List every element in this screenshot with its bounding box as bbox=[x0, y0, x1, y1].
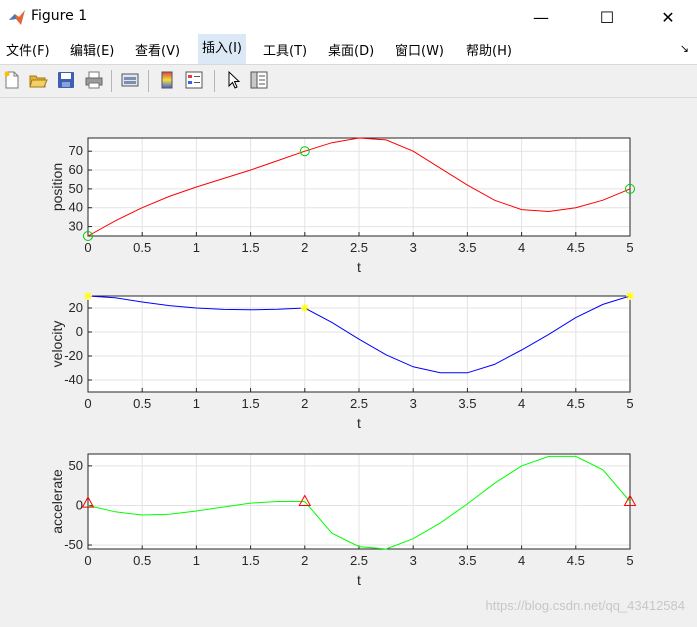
pointer-icon[interactable] bbox=[224, 70, 244, 90]
open-file-icon[interactable] bbox=[28, 70, 48, 90]
new-figure-icon[interactable] bbox=[2, 70, 22, 90]
x-tick-label: 3.5 bbox=[458, 240, 476, 255]
data-point-marker bbox=[84, 292, 92, 300]
x-tick-label: 2.5 bbox=[350, 240, 368, 255]
toolbar-separator bbox=[148, 70, 149, 92]
menu-bar: 文件(F) 编辑(E) 查看(V) 插入(I) 工具(T) 桌面(D) 窗口(W… bbox=[0, 34, 697, 64]
menu-help[interactable]: 帮助(H) bbox=[466, 40, 512, 59]
link-plot-icon[interactable] bbox=[120, 70, 140, 90]
window-title: Figure 1 bbox=[31, 8, 88, 24]
x-tick-label: 2 bbox=[301, 396, 308, 411]
y-tick-label: 40 bbox=[69, 200, 83, 215]
property-editor-icon[interactable] bbox=[249, 70, 269, 90]
matlab-logo-icon bbox=[9, 10, 25, 25]
x-axis-label: t bbox=[357, 259, 361, 275]
y-tick-label: 50 bbox=[69, 458, 83, 473]
y-tick-label: -40 bbox=[64, 372, 83, 387]
figure-canvas: 0 0.5 1 1.5 2 2.5 3 3.5 4 4.5 5 30 40 50 60 70 t position… bbox=[0, 98, 697, 623]
menu-file[interactable]: 文件(F) bbox=[6, 40, 50, 59]
x-tick-label: 0.5 bbox=[133, 553, 151, 568]
x-tick-label: 1.5 bbox=[242, 553, 260, 568]
menu-tools[interactable]: 工具(T) bbox=[263, 40, 307, 59]
x-tick-label: 4 bbox=[518, 396, 525, 411]
x-tick-label: 5 bbox=[626, 240, 633, 255]
x-tick-label: 3 bbox=[410, 240, 417, 255]
y-tick-label: 20 bbox=[69, 300, 83, 315]
x-tick-label: 0.5 bbox=[133, 240, 151, 255]
x-tick-label: 4 bbox=[518, 240, 525, 255]
y-axis-label: accelerate bbox=[49, 469, 65, 534]
x-tick-label: 2 bbox=[301, 240, 308, 255]
close-button[interactable]: ✕ bbox=[645, 0, 691, 34]
insert-colorbar-icon[interactable] bbox=[157, 70, 177, 90]
menu-desktop[interactable]: 桌面(D) bbox=[328, 40, 374, 59]
x-tick-label: 1 bbox=[193, 396, 200, 411]
x-tick-label: 1 bbox=[193, 240, 200, 255]
x-tick-label: 5 bbox=[626, 553, 633, 568]
watermark: https://blog.csdn.net/qq_43412584 bbox=[485, 598, 686, 613]
x-axis-label: t bbox=[357, 415, 361, 431]
x-tick-label: 4.5 bbox=[567, 396, 585, 411]
x-tick-label: 4.5 bbox=[567, 240, 585, 255]
y-tick-label: 70 bbox=[69, 143, 83, 158]
x-tick-label: 3.5 bbox=[458, 396, 476, 411]
x-tick-label: 0 bbox=[84, 396, 91, 411]
maximize-button[interactable]: ☐ bbox=[584, 0, 630, 34]
y-tick-label: -20 bbox=[64, 348, 83, 363]
title-bar: Figure 1 — ☐ ✕ bbox=[0, 0, 697, 34]
data-point-marker bbox=[300, 304, 309, 312]
x-tick-label: 2.5 bbox=[350, 396, 368, 411]
x-tick-label: 0 bbox=[84, 553, 91, 568]
x-tick-label: 1.5 bbox=[242, 396, 260, 411]
x-tick-label: 5 bbox=[626, 396, 633, 411]
dock-figure-button[interactable]: ↘ bbox=[680, 42, 689, 55]
y-axis-label: velocity bbox=[49, 321, 65, 368]
y-tick-label: 60 bbox=[69, 162, 83, 177]
x-tick-label: 1 bbox=[193, 553, 200, 568]
save-icon[interactable] bbox=[56, 70, 76, 90]
x-tick-label: 2 bbox=[301, 553, 308, 568]
minimize-button[interactable]: — bbox=[518, 0, 564, 34]
menu-window[interactable]: 窗口(W) bbox=[395, 40, 444, 59]
y-tick-label: -50 bbox=[64, 537, 83, 552]
x-tick-label: 3.5 bbox=[458, 553, 476, 568]
print-icon[interactable] bbox=[84, 70, 104, 90]
toolbar bbox=[0, 64, 697, 98]
x-tick-label: 0 bbox=[84, 240, 91, 255]
x-tick-label: 1.5 bbox=[242, 240, 260, 255]
x-tick-label: 4 bbox=[518, 553, 525, 568]
x-tick-label: 3 bbox=[410, 396, 417, 411]
data-point-marker bbox=[626, 292, 634, 300]
x-axis-label: t bbox=[357, 572, 361, 588]
menu-insert[interactable]: 插入(I) bbox=[198, 34, 246, 64]
y-tick-label: 0 bbox=[76, 324, 83, 339]
insert-legend-icon[interactable] bbox=[184, 70, 204, 90]
y-tick-label: 50 bbox=[69, 181, 83, 196]
x-tick-label: 4.5 bbox=[567, 553, 585, 568]
x-tick-label: 3 bbox=[410, 553, 417, 568]
y-tick-label: 0 bbox=[76, 497, 83, 512]
y-axis-label: position bbox=[49, 163, 65, 211]
menu-view[interactable]: 查看(V) bbox=[135, 40, 180, 59]
plot-area: 0 0.5 1 1.5 2 2.5 3 3.5 4 4.5 53040506070tposition… bbox=[49, 137, 637, 588]
y-tick-label: 30 bbox=[69, 219, 83, 234]
menu-edit[interactable]: 编辑(E) bbox=[70, 40, 114, 59]
toolbar-separator bbox=[214, 70, 215, 92]
x-tick-label: 0.5 bbox=[133, 396, 151, 411]
toolbar-separator bbox=[111, 70, 112, 92]
x-tick-label: 2.5 bbox=[350, 553, 368, 568]
